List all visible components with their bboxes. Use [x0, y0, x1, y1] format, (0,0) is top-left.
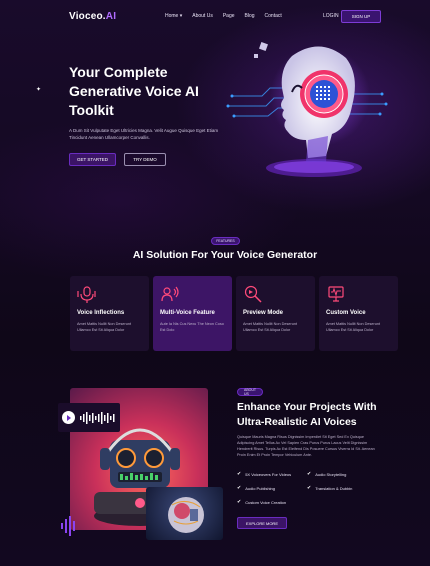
- feature-card[interactable]: Multi-Voice Feature Aute Ia Nis Cus Nexu…: [153, 276, 232, 351]
- feature-card-title: Multi-Voice Feature: [160, 310, 215, 316]
- cyborg-head-illustration: [168, 497, 204, 533]
- feature-card-desc: Amet Mattis Nullit Non Deserunt Ullamco …: [243, 322, 298, 332]
- check-icon: ✔: [307, 485, 312, 491]
- nav-page[interactable]: Page: [223, 13, 235, 19]
- waveform-icon: [80, 411, 115, 424]
- features-badge: FEATURES: [211, 237, 240, 245]
- about-feature: ✔ Audio Storytelling: [307, 471, 347, 477]
- ai-robot-head-illustration: [226, 46, 388, 177]
- voice-inflection-icon: [77, 286, 96, 303]
- check-icon: ✔: [237, 499, 242, 505]
- main-menu: Home ▾ About Us Page Blog Contact: [165, 13, 282, 19]
- hero-title: Your Complete Generative Voice AI Toolki…: [69, 64, 199, 118]
- sparkle-icon: ✦: [36, 87, 42, 93]
- nav-contact[interactable]: Contact: [265, 13, 282, 19]
- hero-description: A Dum Sit Vulputate Eget Ultricies Magna…: [69, 128, 219, 140]
- feature-card-title: Voice Inflections: [77, 310, 125, 316]
- get-started-button[interactable]: GET STARTED: [69, 153, 116, 166]
- about-feature: ✔ Audio Publishing: [237, 485, 276, 491]
- chevron-down-icon: ▾: [179, 13, 183, 19]
- feature-card-desc: Aute Ia Nis Cus Nexu The Neon Coso Est D…: [160, 322, 224, 332]
- explore-more-button[interactable]: EXPLORE MORE: [237, 517, 287, 529]
- nav-home[interactable]: Home ▾: [165, 13, 182, 19]
- login-link[interactable]: LOGIN: [323, 13, 339, 19]
- audio-player: [58, 403, 120, 432]
- logo[interactable]: Vioceo.AI: [69, 11, 116, 22]
- about-feature: ✔ Translation & Dubbin: [307, 485, 353, 491]
- nav-about[interactable]: About Us: [192, 13, 213, 19]
- play-icon[interactable]: [62, 411, 75, 424]
- check-icon: ✔: [307, 471, 312, 477]
- about-description: Quisque Mauris Magna Risus Dignissim Imp…: [237, 435, 375, 457]
- feature-card[interactable]: Preview Mode Amet Mattis Nullit Non Dese…: [236, 276, 315, 351]
- try-demo-button[interactable]: TRY DEMO: [124, 153, 166, 166]
- cyborg-head-image: [146, 487, 223, 540]
- check-icon: ✔: [237, 485, 242, 491]
- about-badge: ABOUT US: [237, 388, 263, 396]
- signup-button[interactable]: SIGN UP: [341, 10, 381, 23]
- feature-card-desc: Amet Mattis Nullit Non Deserunt Ullamco …: [77, 322, 132, 332]
- feature-card[interactable]: Voice Inflections Amet Mattis Nullit Non…: [70, 276, 149, 351]
- about-feature: ✔ Custom Voice Creation: [237, 499, 287, 505]
- feature-card-title: Preview Mode: [243, 310, 284, 316]
- feature-cards: Voice Inflections Amet Mattis Nullit Non…: [70, 276, 398, 351]
- about-feature: ✔ 5X Voiceovers For Videos: [237, 471, 292, 477]
- feature-card-title: Custom Voice: [326, 310, 366, 316]
- landing-page: Vioceo.AI Home ▾ About Us Page Blog Cont…: [0, 0, 430, 566]
- features-title: AI Solution For Your Voice Generator: [132, 249, 318, 261]
- feature-card[interactable]: Custom Voice Amet Mattis Nullit Non Dese…: [319, 276, 398, 351]
- sound-bars-icon: [61, 516, 75, 536]
- about-title: Enhance Your Projects With Ultra-Realist…: [237, 401, 377, 428]
- multi-voice-icon: [161, 286, 179, 302]
- feature-card-desc: Amet Mattis Nullit Non Deserunt Ullamco …: [326, 322, 381, 332]
- check-icon: ✔: [237, 471, 242, 477]
- preview-icon: [244, 285, 262, 303]
- custom-voice-icon: [328, 286, 344, 302]
- top-nav: Vioceo.AI Home ▾ About Us Page Blog Cont…: [0, 0, 430, 34]
- nav-blog[interactable]: Blog: [245, 13, 255, 19]
